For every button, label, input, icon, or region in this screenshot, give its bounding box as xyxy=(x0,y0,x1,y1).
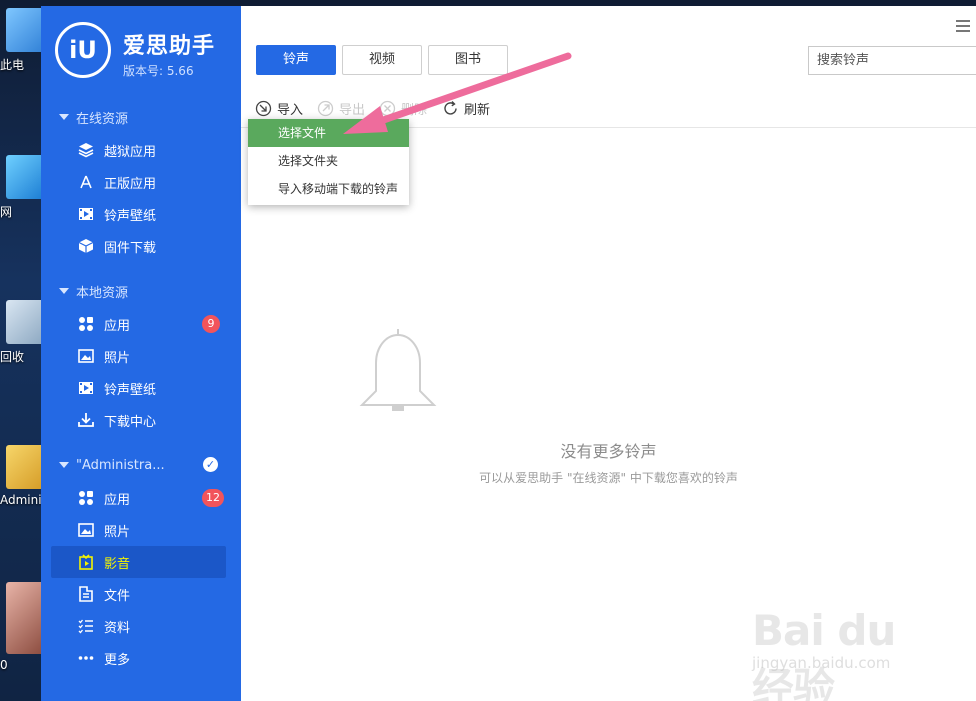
sidebar-item-label: 资料 xyxy=(104,620,131,636)
sidebar-item-media[interactable]: 影音 xyxy=(51,546,226,578)
watermark-url: jingyan.baidu.com xyxy=(752,654,891,672)
app-logo-icon: iU xyxy=(55,22,111,78)
sidebar-item-ringtone-wallpaper-online[interactable]: 铃声壁纸 xyxy=(51,198,226,230)
menu-item-import-mobile-ringtones[interactable]: 导入移动端下载的铃声 xyxy=(248,175,409,203)
sidebar-item-label: 照片 xyxy=(104,350,131,366)
refresh-button[interactable]: 刷新 xyxy=(442,99,490,118)
tab-books[interactable]: 图书 xyxy=(428,45,508,75)
sidebar-item-jailbreak-apps[interactable]: 越狱应用 xyxy=(51,134,226,166)
sidebar-item-label: 铃声壁纸 xyxy=(104,208,157,224)
sidebar-item-data[interactable]: 资料 xyxy=(51,610,226,642)
photo-thumbnail-icon xyxy=(6,582,46,654)
section-local-resources[interactable]: 本地资源 xyxy=(41,278,241,304)
sidebar-item-label: 影音 xyxy=(104,556,131,572)
app-brand: 爱思助手 xyxy=(123,34,216,59)
sidebar-item-local-ringtone-wallpaper[interactable]: 铃声壁纸 xyxy=(51,372,226,404)
media-icon xyxy=(78,554,94,570)
empty-state-subtitle: 可以从爱思助手 "在线资源" 中下载您喜欢的铃声 xyxy=(479,471,738,485)
checklist-icon xyxy=(78,618,94,634)
import-label: 导入 xyxy=(277,103,304,118)
refresh-icon xyxy=(444,101,457,115)
cube-icon xyxy=(78,238,94,254)
delete-button[interactable]: 删除 xyxy=(379,99,427,118)
count-badge: 9 xyxy=(202,315,220,333)
sidebar-item-label: 更多 xyxy=(104,652,131,668)
collapse-triangle-icon xyxy=(59,288,69,294)
apps-grid-icon xyxy=(78,316,94,332)
import-icon xyxy=(255,100,272,117)
photo-icon xyxy=(78,348,94,364)
sidebar: iU 爱思助手 版本号: 5.66 在线资源 越狱应用 正版应用 铃声壁纸 固件… xyxy=(41,6,241,701)
menu-item-select-folder[interactable]: 选择文件夹 xyxy=(248,147,409,175)
watermark-logo: Bai du 经验 jingyan.baidu.com xyxy=(748,594,948,701)
sidebar-item-device-apps[interactable]: 应用 12 xyxy=(51,482,226,514)
file-icon xyxy=(78,586,94,602)
collapse-triangle-icon xyxy=(59,114,69,120)
delete-icon xyxy=(379,100,396,117)
sidebar-item-download-center[interactable]: 下载中心 xyxy=(51,404,226,436)
sidebar-item-device-photos[interactable]: 照片 xyxy=(51,514,226,546)
menu-item-select-file[interactable]: 选择文件 xyxy=(248,119,409,147)
computer-icon xyxy=(6,8,46,52)
refresh-label: 刷新 xyxy=(464,103,491,118)
sidebar-item-local-apps[interactable]: 应用 9 xyxy=(51,308,226,340)
sidebar-item-label: 文件 xyxy=(104,588,131,604)
section-device[interactable]: "Administra... ✓ xyxy=(41,452,241,478)
apps-grid-icon xyxy=(78,490,94,506)
folder-icon xyxy=(6,445,46,489)
tab-ringtones[interactable]: 铃声 xyxy=(256,45,336,75)
sidebar-item-label: 应用 xyxy=(104,318,131,334)
photo-icon xyxy=(78,522,94,538)
import-button[interactable]: 导入 xyxy=(255,99,303,118)
sidebar-item-label: 铃声壁纸 xyxy=(104,382,157,398)
sidebar-item-label: 应用 xyxy=(104,492,131,508)
film-icon xyxy=(78,380,94,396)
sidebar-item-label: 越狱应用 xyxy=(104,144,157,160)
app-version: 版本号: 5.66 xyxy=(123,64,194,78)
sidebar-item-label: 照片 xyxy=(104,524,131,540)
sidebar-item-label: 正版应用 xyxy=(104,176,157,192)
app-store-icon xyxy=(78,174,94,190)
export-icon xyxy=(317,100,334,117)
sidebar-item-files[interactable]: 文件 xyxy=(51,578,226,610)
export-label: 导出 xyxy=(339,103,366,118)
section-label: "Administra... xyxy=(76,457,165,473)
sidebar-item-more[interactable]: 更多 xyxy=(51,642,226,674)
hamburger-menu-icon[interactable] xyxy=(956,20,970,32)
collapse-triangle-icon xyxy=(59,462,69,468)
delete-label: 删除 xyxy=(401,103,428,118)
import-dropdown-menu: 选择文件 选择文件夹 导入移动端下载的铃声 xyxy=(248,119,409,205)
sidebar-item-local-photos[interactable]: 照片 xyxy=(51,340,226,372)
more-dots-icon xyxy=(78,650,94,666)
connected-check-icon: ✓ xyxy=(203,457,218,472)
sidebar-item-official-apps[interactable]: 正版应用 xyxy=(51,166,226,198)
count-badge: 12 xyxy=(202,489,224,507)
recycle-bin-icon xyxy=(6,300,46,344)
sidebar-item-label: 固件下载 xyxy=(104,240,157,256)
empty-state-title: 没有更多铃声 xyxy=(560,442,657,461)
sidebar-item-label: 下载中心 xyxy=(104,414,157,430)
search-input[interactable] xyxy=(808,46,976,75)
film-icon xyxy=(78,206,94,222)
box-stack-icon xyxy=(78,142,94,158)
download-icon xyxy=(78,412,94,428)
sidebar-item-firmware-download[interactable]: 固件下载 xyxy=(51,230,226,262)
logo-text: iU xyxy=(69,36,97,64)
section-label: 在线资源 xyxy=(76,111,129,127)
bell-icon xyxy=(359,329,437,411)
section-online-resources[interactable]: 在线资源 xyxy=(41,104,241,130)
tab-videos[interactable]: 视频 xyxy=(342,45,422,75)
section-label: 本地资源 xyxy=(76,285,129,301)
export-button[interactable]: 导出 xyxy=(317,99,365,118)
network-icon xyxy=(6,155,46,199)
